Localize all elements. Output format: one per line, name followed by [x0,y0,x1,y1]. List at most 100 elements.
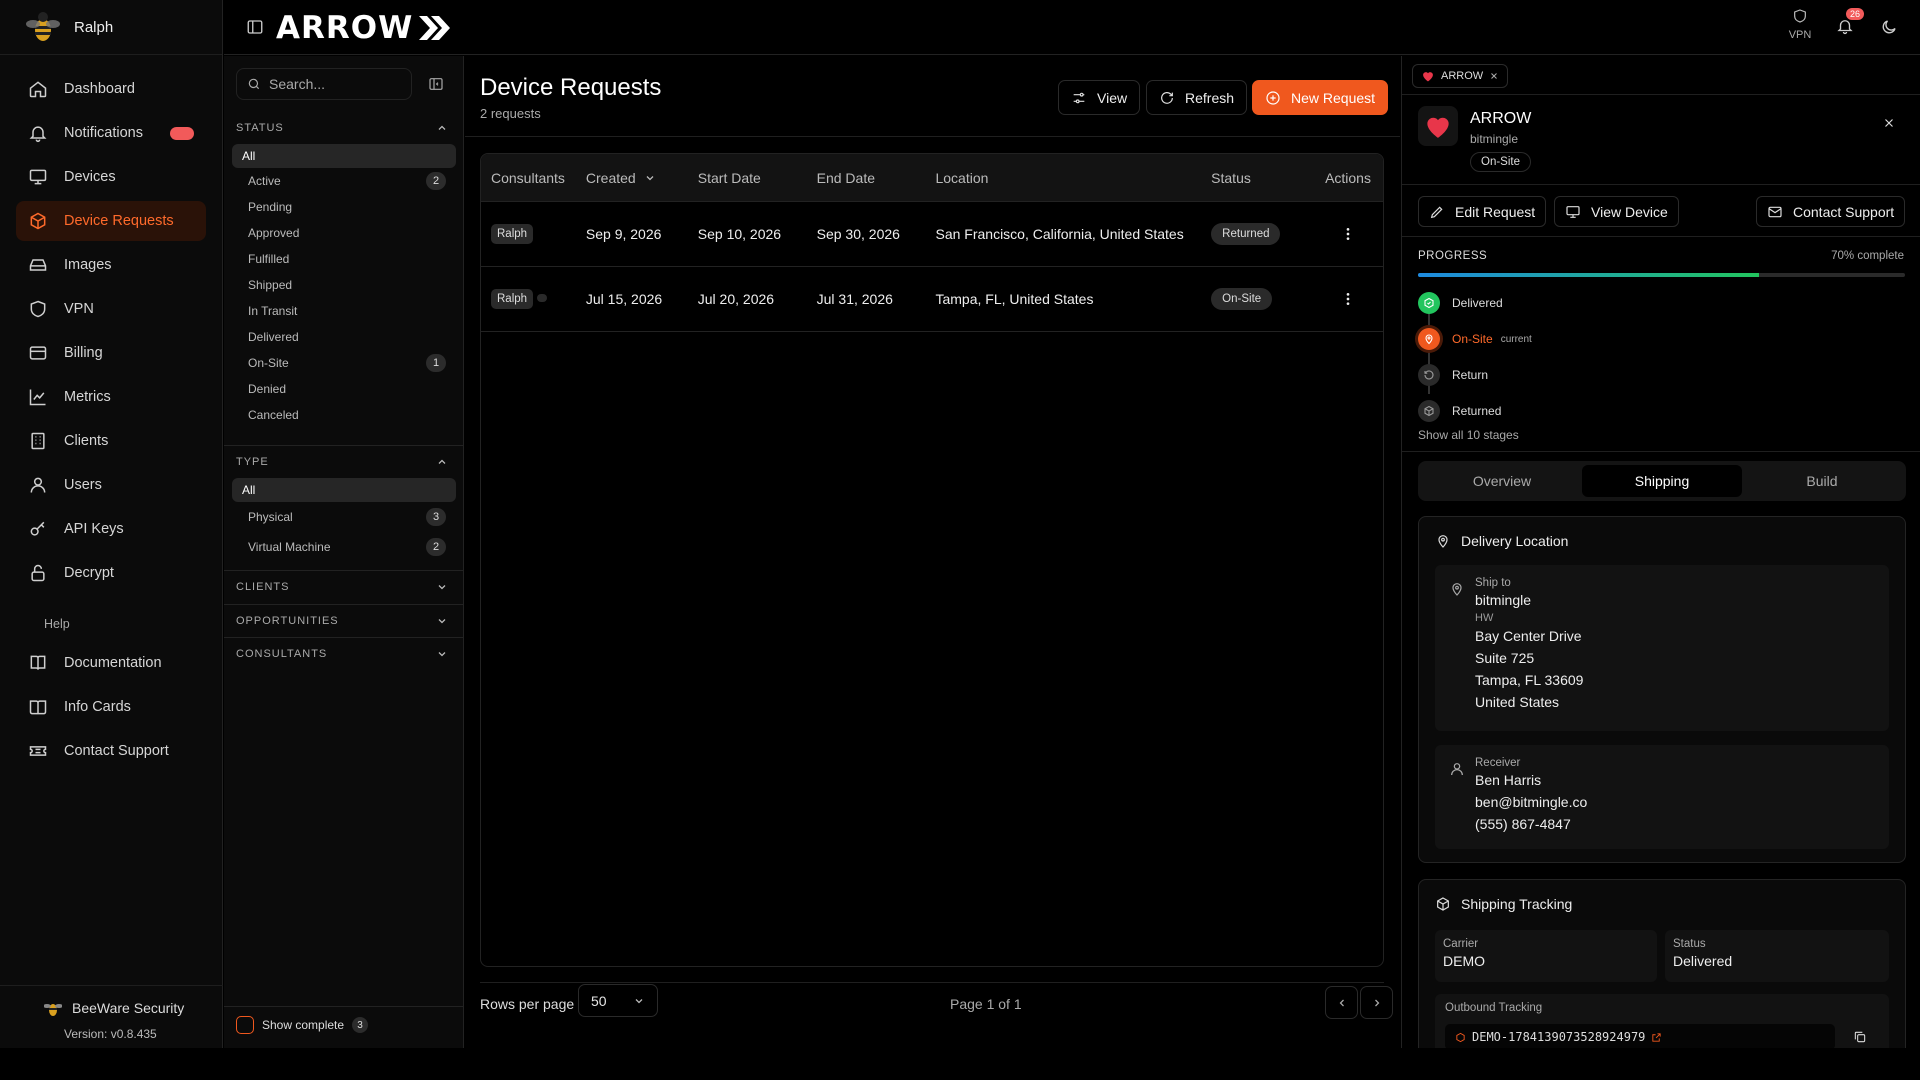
sidebar-item-dashboard[interactable]: Dashboard [16,69,206,109]
sidebar-item-clients[interactable]: Clients [16,421,206,461]
ship-to-name: bitmingle [1475,592,1532,608]
row-actions-button[interactable] [1313,291,1383,307]
rows-per-page-select[interactable]: 50 [578,984,658,1017]
new-request-label: New Request [1291,89,1376,106]
type-option-virtual-machine[interactable]: Virtual Machine 2 [232,532,456,562]
divider [465,136,1400,137]
status-heading: STATUS [236,122,284,134]
clients-heading: CLIENTS [236,581,290,593]
created-sort-header[interactable]: Created [586,170,698,186]
sidebar-item-device-requests[interactable]: Device Requests [16,201,206,241]
delivery-location-card: Delivery Location Ship to bitmingle HW B… [1418,516,1906,863]
progress-fill [1418,273,1759,277]
status-option-delivered[interactable]: Delivered [232,324,456,350]
status-option-canceled[interactable]: Canceled [232,402,456,428]
sidebar-item-api-keys[interactable]: API Keys [16,509,206,549]
type-filter-header[interactable]: TYPE [224,452,464,472]
show-complete-checkbox[interactable] [236,1016,254,1034]
receiver-name: Ben Harris [1475,772,1542,788]
edit-request-button[interactable]: Edit Request [1418,196,1547,227]
status-badge: Returned [1211,223,1281,245]
tracking-number-field[interactable]: DEMO-1784139073528924979 [1445,1024,1835,1048]
clients-filter-header[interactable]: CLIENTS [224,577,464,597]
type-option-all[interactable]: All [232,478,456,502]
sidebar-item-images[interactable]: Images [16,245,206,285]
close-icon[interactable] [1882,116,1896,130]
app-logo[interactable]: ARROW [276,10,451,46]
panel-collapse-icon[interactable] [428,76,444,92]
tab-build[interactable]: Build [1742,465,1902,497]
sidebar-toggle-icon[interactable] [246,18,264,36]
vpn-label: VPN [1788,29,1812,41]
status-option-denied[interactable]: Denied [232,376,456,402]
tab-label: ARROW [1441,70,1484,82]
sidebar-item-notifications[interactable]: Notifications [16,113,206,153]
sidebar-item-contact-support[interactable]: Contact Support [16,731,206,771]
close-icon[interactable] [1489,71,1499,81]
shield-icon [1782,7,1818,25]
opportunities-heading: OPPORTUNITIES [236,615,339,627]
user-header[interactable]: Ralph [0,0,222,55]
refresh-button[interactable]: Refresh [1146,80,1248,115]
status-option-fulfilled[interactable]: Fulfilled [232,246,456,272]
sidebar-item-users[interactable]: Users [16,465,206,505]
status-option-shipped[interactable]: Shipped [232,272,456,298]
show-all-stages-link[interactable]: Show all 10 stages [1418,428,1519,442]
shipping-tracking-card: Shipping Tracking Carrier DEMO Status De… [1418,879,1906,1048]
consultants-filter-header[interactable]: CONSULTANTS [224,644,464,664]
opportunities-filter-header[interactable]: OPPORTUNITIES [224,611,464,631]
consultant-chip: Ralph [491,289,534,309]
row-actions-button[interactable] [1313,226,1383,242]
help-heading: Help [44,617,70,631]
address-line-4: United States [1475,694,1560,710]
view-device-button[interactable]: View Device [1554,196,1679,227]
sidebar-item-billing[interactable]: Billing [16,333,206,373]
notifications-button[interactable]: 26 [1836,8,1865,36]
logo-text: ARROW [276,10,414,46]
opportunities-filter-section[interactable]: OPPORTUNITIES [224,611,464,631]
user-icon [28,475,48,495]
view-button[interactable]: View [1058,80,1141,115]
previous-page-button[interactable] [1325,986,1358,1019]
status-option-all[interactable]: All [232,144,456,168]
sidebar-item-info-cards[interactable]: Info Cards [16,687,206,727]
search-input[interactable]: Search... [236,68,412,100]
sidebar-item-decrypt[interactable]: Decrypt [16,553,206,593]
client-name: bitmingle [1470,132,1519,146]
notification-count: 26 [1846,8,1865,20]
external-link-icon[interactable] [1651,1032,1662,1043]
clients-filter-section[interactable]: CLIENTS [224,577,464,597]
open-tab[interactable]: ARROW [1412,64,1509,88]
status-option-active[interactable]: Active 2 [232,168,456,194]
receiver-block: Receiver Ben Harris ben@bitmingle.co (55… [1435,745,1889,849]
contact-support-button[interactable]: Contact Support [1756,196,1906,227]
table-row[interactable]: Ralph Sep 9, 2026 Sep 10, 2026 Sep 30, 2… [481,202,1383,267]
sidebar-item-documentation[interactable]: Documentation [16,643,206,683]
status-option-on-site[interactable]: On-Site 1 [232,350,456,376]
table-row[interactable]: Ralph Jul 15, 2026 Jul 20, 2026 Jul 31, … [481,267,1383,332]
contact-support-label: Contact Support [1793,203,1895,220]
sidebar-item-vpn[interactable]: VPN [16,289,206,329]
option-count: 2 [426,538,446,556]
tab-shipping[interactable]: Shipping [1582,465,1742,497]
package-icon [28,211,48,231]
status-option-pending[interactable]: Pending [232,194,456,220]
copy-icon[interactable] [1853,1030,1867,1044]
consultants-filter-section[interactable]: CONSULTANTS [224,644,464,664]
show-complete-toggle[interactable]: Show complete 3 [236,1016,369,1034]
notification-badge [170,126,194,140]
moon-icon[interactable] [1880,18,1898,36]
end-date-cell: Sep 30, 2026 [816,226,900,242]
type-option-physical[interactable]: Physical 3 [232,502,456,532]
status-option-in-transit[interactable]: In Transit [232,298,456,324]
new-request-button[interactable]: New Request [1252,80,1389,115]
map-pin-icon [1435,533,1451,549]
status-option-approved[interactable]: Approved [232,220,456,246]
column-header: Status [1211,169,1251,186]
tab-overview[interactable]: Overview [1422,465,1582,497]
status-filter-header[interactable]: STATUS [224,118,464,138]
next-page-button[interactable] [1360,986,1393,1019]
vpn-status[interactable]: VPN [1782,7,1818,41]
sidebar-item-metrics[interactable]: Metrics [16,377,206,417]
sidebar-item-devices[interactable]: Devices [16,157,206,197]
